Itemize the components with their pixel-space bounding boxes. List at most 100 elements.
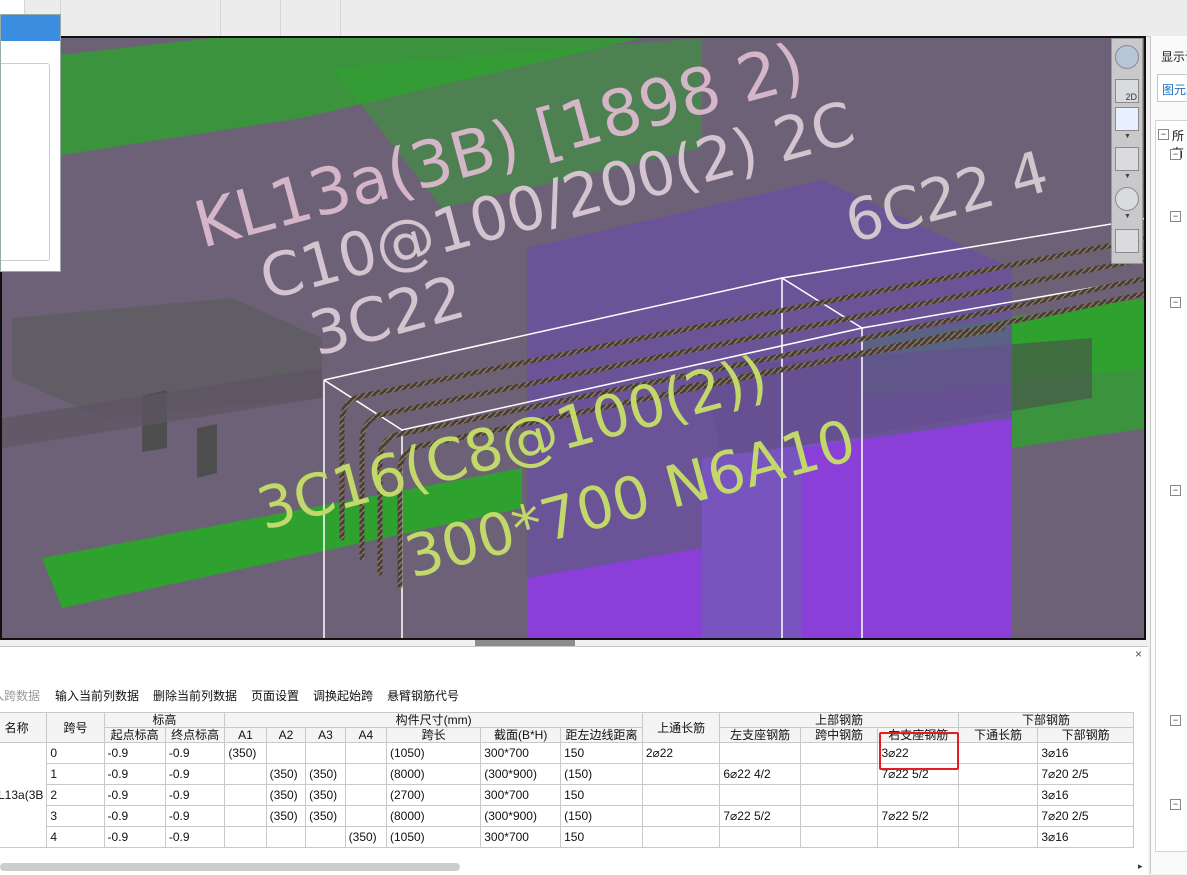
tab-5[interactable]	[280, 0, 341, 36]
cell-right[interactable]	[877, 784, 959, 806]
tab-element-display[interactable]: 图元显示	[1157, 74, 1187, 102]
cell-bot-through[interactable]	[957, 784, 1039, 806]
cell-bottom[interactable]: 7⌀20 2/5	[1037, 805, 1134, 827]
cell-len[interactable]: (1050)	[385, 826, 482, 848]
display-tree[interactable]: − 所有 − − − − − −	[1155, 120, 1187, 852]
cell-a1[interactable]	[224, 763, 267, 785]
collapse-icon[interactable]: −	[1170, 715, 1181, 726]
cell-end[interactable]: -0.9	[164, 763, 226, 785]
grid-icon[interactable]	[1115, 229, 1139, 253]
chevron-down-icon[interactable]: ▼	[1124, 213, 1131, 220]
cell-start[interactable]: -0.9	[103, 742, 166, 764]
cell-a4[interactable]	[344, 805, 387, 827]
cell-mid[interactable]	[799, 826, 879, 848]
2d-view-icon[interactable]: 2D	[1115, 79, 1139, 103]
cell-span[interactable]: 1	[46, 763, 105, 785]
chevron-down-icon[interactable]: ▼	[1124, 133, 1131, 140]
cell-dist[interactable]: 150	[560, 826, 643, 848]
cell-end[interactable]: -0.9	[164, 742, 226, 764]
cell-bottom[interactable]: 3⌀16	[1037, 742, 1134, 764]
cell-span[interactable]: 0	[46, 742, 105, 764]
3d-cube-icon[interactable]	[1115, 147, 1139, 171]
close-icon[interactable]: ×	[1135, 647, 1142, 661]
cell-start[interactable]: -0.9	[103, 763, 166, 785]
insert-span-button[interactable]: 插入跨数据	[0, 687, 40, 704]
cell-len[interactable]: (8000)	[385, 763, 482, 785]
cell-top-through[interactable]	[641, 763, 721, 785]
cell-a2[interactable]: (350)	[265, 784, 307, 806]
cell-top-through[interactable]	[641, 784, 721, 806]
cell-left[interactable]: 6⌀22 4/2	[719, 763, 801, 785]
cell-dist[interactable]: 150	[560, 742, 643, 764]
cell-span[interactable]: 2	[46, 784, 105, 806]
cell-bottom[interactable]: 3⌀16	[1037, 784, 1134, 806]
cell-left[interactable]	[719, 826, 801, 848]
floating-panel-header[interactable]	[1, 15, 60, 41]
collapse-icon[interactable]: −	[1170, 799, 1181, 810]
cell-start[interactable]: -0.9	[103, 805, 166, 827]
cell-a2[interactable]	[265, 742, 307, 764]
cell-sec[interactable]: 300*700	[480, 742, 562, 764]
page-setup-button[interactable]: 页面设置	[251, 687, 299, 704]
cell-bot-through[interactable]	[957, 742, 1039, 764]
collapse-icon[interactable]: −	[1170, 297, 1181, 308]
view-sphere-icon[interactable]	[1115, 45, 1139, 69]
cell-top-through[interactable]	[641, 805, 721, 827]
tab-3[interactable]	[160, 0, 221, 36]
table-row[interactable]: 4 -0.9 -0.9 (350) (1050) 300*700 150 3⌀16	[0, 826, 1134, 848]
cell-bot-through[interactable]	[957, 826, 1039, 848]
cell-dist[interactable]: (150)	[560, 805, 643, 827]
input-column-button[interactable]: 输入当前列数据	[55, 687, 139, 704]
cell-a1[interactable]	[224, 826, 267, 848]
tab-4[interactable]	[220, 0, 281, 36]
horizontal-scrollbar[interactable]	[0, 863, 460, 871]
cell-left[interactable]	[719, 784, 801, 806]
cell-mid[interactable]	[799, 742, 879, 764]
table-row[interactable]: KL13a(3B0-0.9-0.9(350)(1050)300*7001502⌀…	[0, 742, 1134, 848]
cell-right[interactable]: 7⌀22 5/2	[877, 805, 959, 827]
cell-end[interactable]: -0.9	[164, 826, 226, 848]
swap-start-span-button[interactable]: 调换起始跨	[313, 687, 373, 704]
cell-a2[interactable]	[265, 826, 307, 848]
cell-a3[interactable]: (350)	[305, 805, 346, 827]
cell-a3[interactable]	[305, 826, 346, 848]
cell-a3[interactable]	[305, 742, 346, 764]
cell-bot-through[interactable]	[957, 805, 1039, 827]
cell-a1[interactable]: (350)	[224, 742, 267, 764]
scroll-right-icon[interactable]: ▸	[1138, 861, 1143, 872]
cell-a1[interactable]	[224, 784, 267, 806]
cell-a4[interactable]	[344, 763, 387, 785]
cell-a4[interactable]	[344, 784, 387, 806]
cell-end[interactable]: -0.9	[164, 784, 226, 806]
cell-a3[interactable]: (350)	[305, 763, 346, 785]
cell-bottom[interactable]: 3⌀16	[1037, 826, 1134, 848]
chevron-down-icon[interactable]: ▼	[1124, 173, 1131, 180]
table-row[interactable]: 3 -0.9 -0.9 (350) (350) (8000) (300*900) (150) 7…	[0, 805, 1134, 827]
cell-sec[interactable]: (300*900)	[480, 763, 562, 785]
cell-start[interactable]: -0.9	[103, 826, 166, 848]
cell-a2[interactable]: (350)	[265, 805, 307, 827]
collapse-icon[interactable]: −	[1158, 129, 1169, 140]
cell-mid[interactable]	[799, 805, 879, 827]
cell-len[interactable]: (2700)	[385, 784, 482, 806]
cell-end[interactable]: -0.9	[164, 805, 226, 827]
cell-dist[interactable]: 150	[560, 784, 643, 806]
collapse-icon[interactable]: −	[1170, 149, 1181, 160]
3d-viewport[interactable]: KL13a(3B) [1898 2) C10@100/200(2) 2C 3C2…	[0, 36, 1146, 640]
cell-a1[interactable]	[224, 805, 267, 827]
cell-len[interactable]: (8000)	[385, 805, 482, 827]
cell-len[interactable]: (1050)	[385, 742, 482, 764]
cell-span[interactable]: 4	[46, 826, 105, 848]
cell-a4[interactable]	[344, 742, 387, 764]
cell-a4[interactable]: (350)	[344, 826, 387, 848]
table-row[interactable]: 1 -0.9 -0.9 (350) (350) (8000) (300*900) (150) 6…	[0, 763, 1134, 785]
cell-sec[interactable]: (300*900)	[480, 805, 562, 827]
floating-panel[interactable]	[0, 14, 61, 272]
collapse-icon[interactable]: −	[1170, 211, 1181, 222]
cell-span[interactable]: 3	[46, 805, 105, 827]
cell-dist[interactable]: (150)	[560, 763, 643, 785]
table-row[interactable]: 2 -0.9 -0.9 (350) (350) (2700) 300*700 150 3⌀16	[0, 784, 1134, 806]
cell-sec[interactable]: 300*700	[480, 784, 562, 806]
cell-top-through[interactable]	[641, 826, 721, 848]
cantilever-code-button[interactable]: 悬臂钢筋代号	[387, 687, 459, 704]
